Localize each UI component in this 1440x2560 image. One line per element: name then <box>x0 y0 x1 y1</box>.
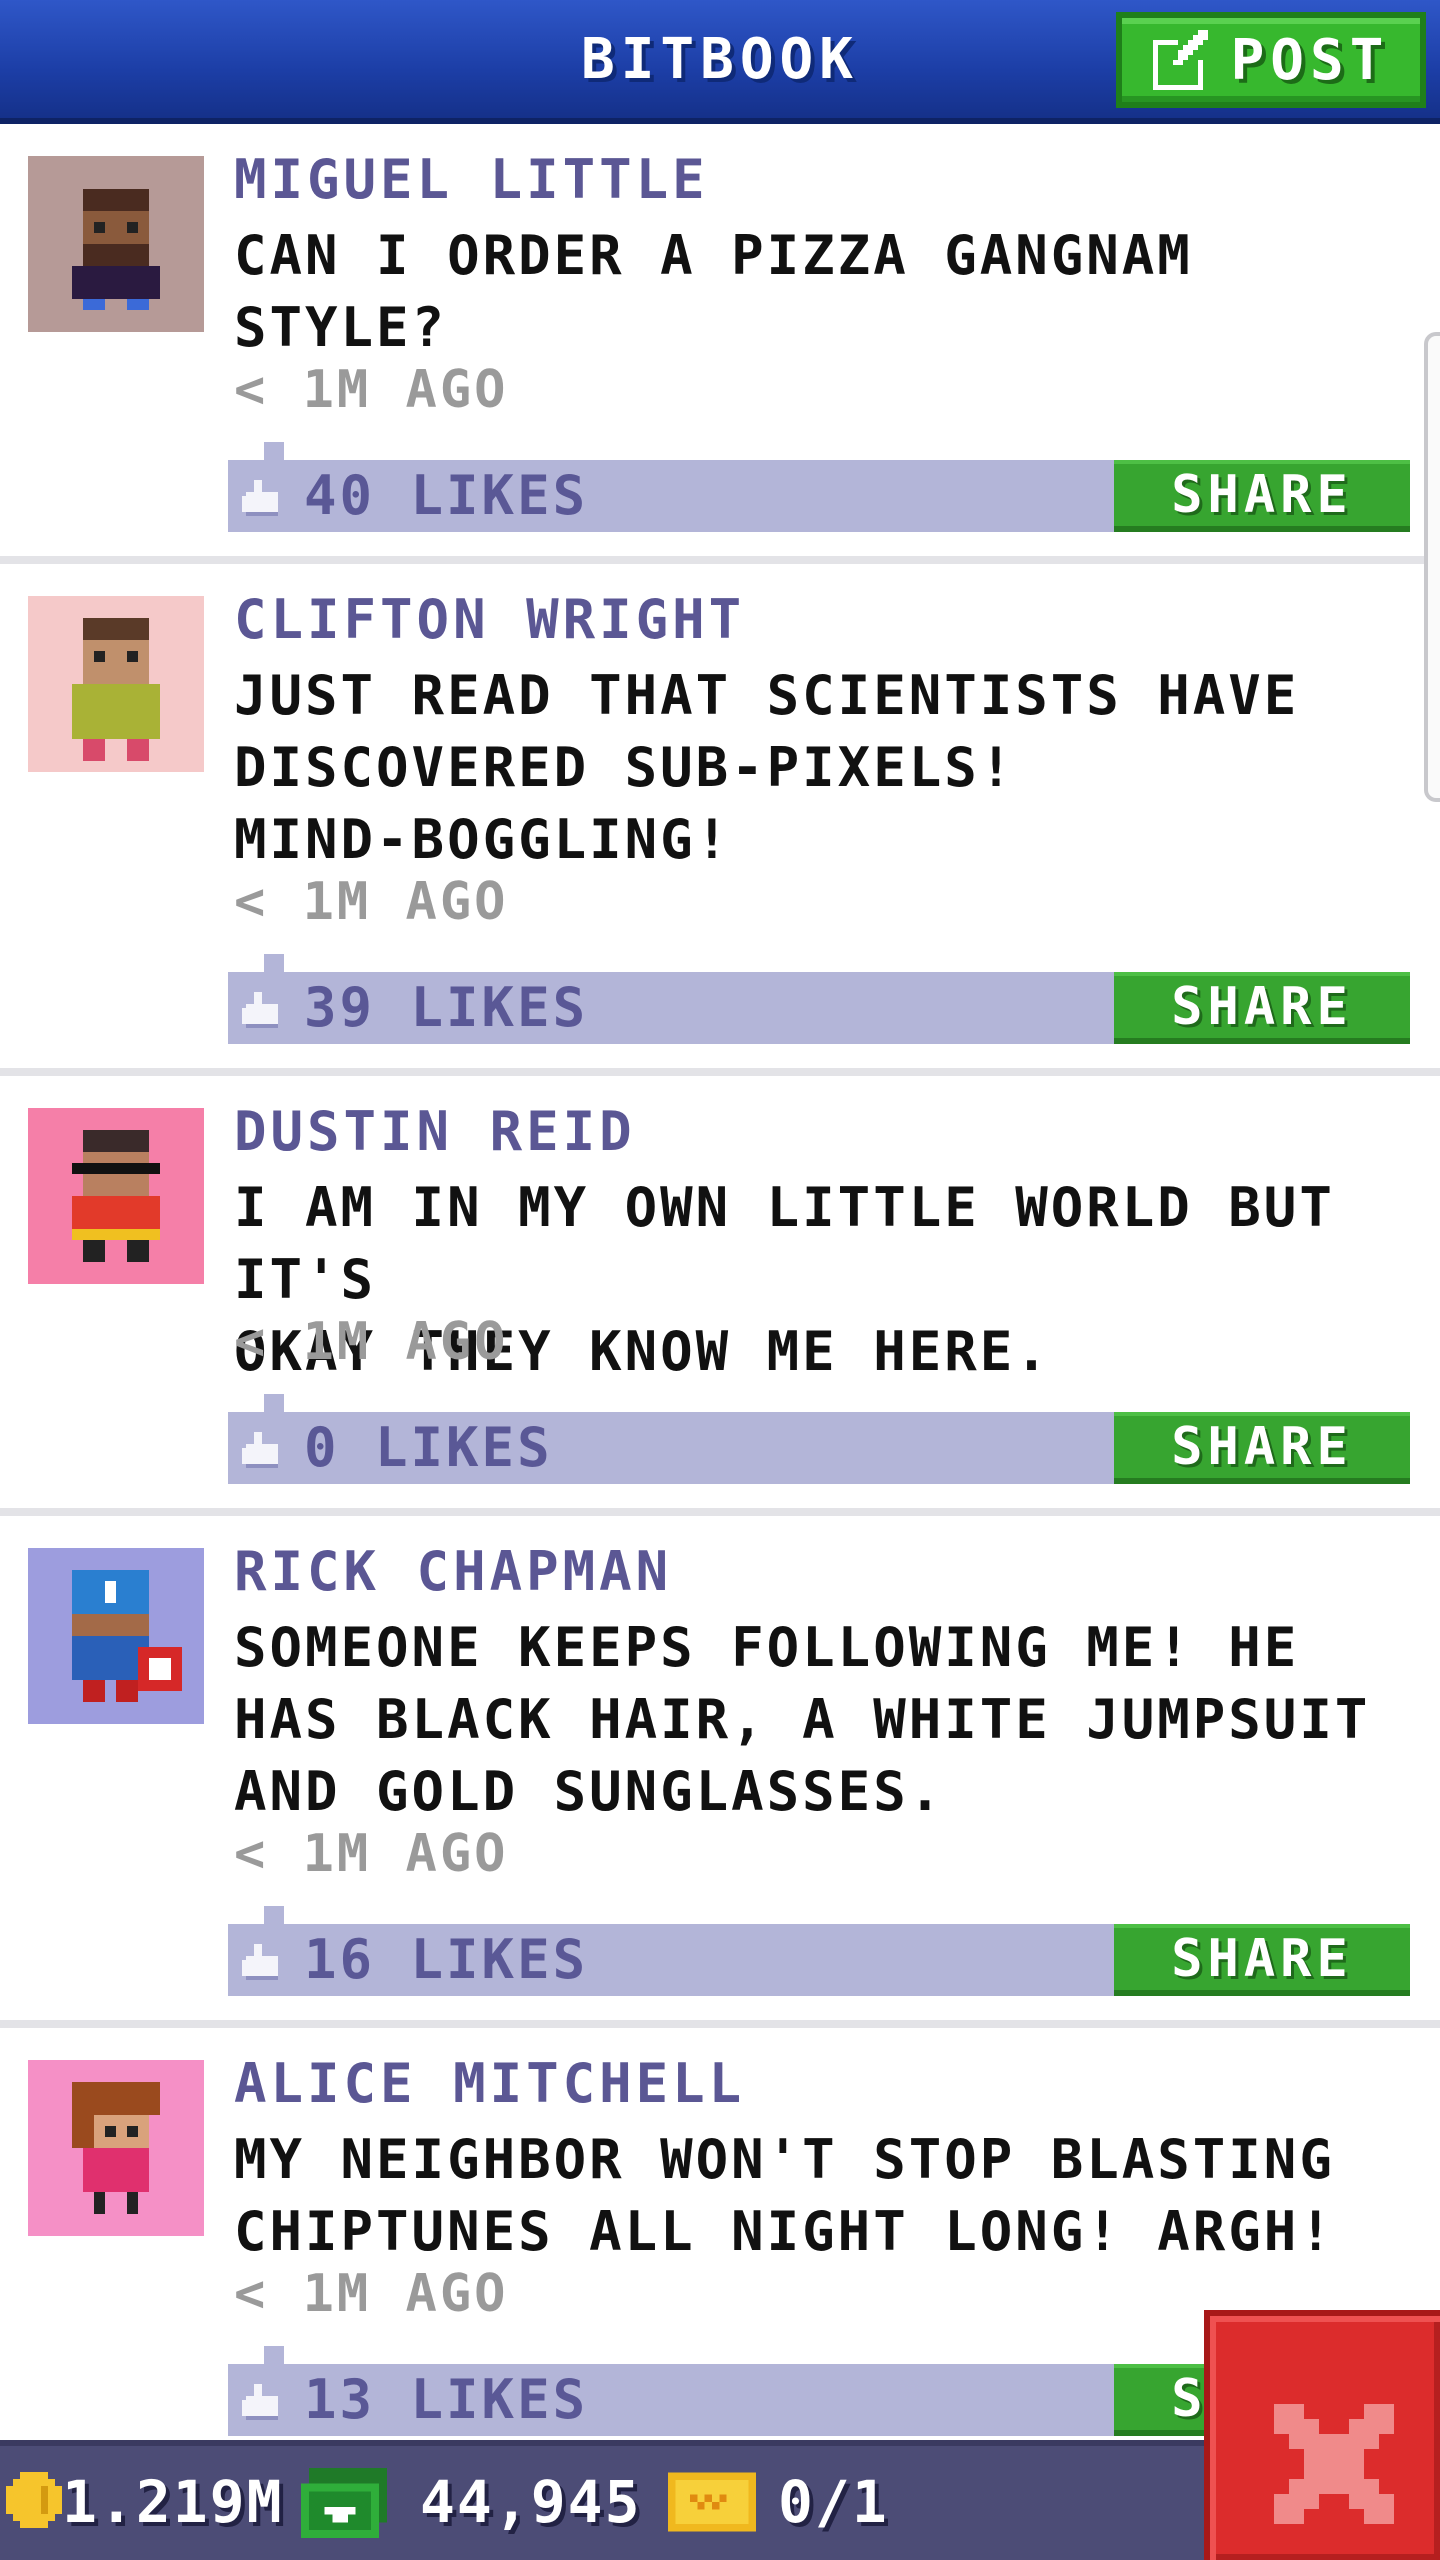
post-line: CHIPTUNES ALL NIGHT LONG! ARGH! <box>234 2200 1335 2263</box>
share-button[interactable]: SHARE <box>1114 972 1410 1044</box>
like-count: 16 LIKES <box>304 1928 589 1991</box>
close-button[interactable] <box>1204 2310 1440 2560</box>
share-button[interactable]: SHARE <box>1114 1924 1410 1996</box>
thumbs-up-icon[interactable] <box>242 480 282 516</box>
bux-count: 44,945 <box>420 2468 642 2536</box>
post-line: AND GOLD SUNGLASSES. <box>234 1760 945 1823</box>
news-feed[interactable]: MIGUEL LITTLE CAN I ORDER A PIZZA GANGNA… <box>0 124 1440 2440</box>
avatar-image <box>28 2060 204 2236</box>
tickets-count: 0/1 <box>778 2468 889 2536</box>
post-line: MIND-BOGGLING! <box>234 808 732 871</box>
post-line: JUST READ THAT SCIENTISTS HAVE <box>234 664 1300 727</box>
post-body: JUST READ THAT SCIENTISTS HAVE DISCOVERE… <box>234 660 1424 876</box>
like-bar-notch <box>264 442 284 460</box>
post-author[interactable]: RICK CHAPMAN <box>234 1540 672 1603</box>
like-bar: 40 LIKES SHARE <box>228 442 1410 532</box>
like-count: 13 LIKES <box>304 2368 589 2431</box>
like-count: 39 LIKES <box>304 976 589 1039</box>
post-timestamp: < 1M AGO <box>234 1824 509 1884</box>
avatar[interactable] <box>28 596 204 772</box>
post-line: SOMEONE KEEPS FOLLOWING ME! HE <box>234 1616 1300 1679</box>
edit-icon <box>1152 30 1208 90</box>
post-line: DISCOVERED SUB-PIXELS! <box>234 736 1016 799</box>
post-timestamp: < 1M AGO <box>234 2264 509 2324</box>
post-button-label: POST <box>1230 27 1390 93</box>
ticket-icon[interactable] <box>668 2472 756 2532</box>
post-line: STYLE? <box>234 296 448 359</box>
like-count: 0 LIKES <box>304 1416 553 1479</box>
like-bar: 0 LIKES SHARE <box>228 1394 1410 1484</box>
like-bar-notch <box>264 1394 284 1412</box>
avatar[interactable] <box>28 1548 204 1724</box>
post-body: MY NEIGHBOR WON'T STOP BLASTING CHIPTUNE… <box>234 2124 1424 2268</box>
share-button[interactable]: SHARE <box>1114 460 1410 532</box>
post-line: CAN I ORDER A PIZZA GANGNAM <box>234 224 1193 287</box>
feed-post: DUSTIN REID I AM IN MY OWN LITTLE WORLD … <box>0 1076 1440 1516</box>
coins-count: 1.219M <box>62 2468 284 2536</box>
post-author[interactable]: ALICE MITCHELL <box>234 2052 745 2115</box>
post-body: CAN I ORDER A PIZZA GANGNAM STYLE? <box>234 220 1424 364</box>
post-author[interactable]: CLIFTON WRIGHT <box>234 588 745 651</box>
avatar[interactable] <box>28 2060 204 2236</box>
feed-post: MIGUEL LITTLE CAN I ORDER A PIZZA GANGNA… <box>0 124 1440 564</box>
share-button[interactable]: SHARE <box>1114 1412 1410 1484</box>
post-body: SOMEONE KEEPS FOLLOWING ME! HE HAS BLACK… <box>234 1612 1424 1828</box>
post-line: MY NEIGHBOR WON'T STOP BLASTING <box>234 2128 1335 2191</box>
post-author[interactable]: DUSTIN REID <box>234 1100 636 1163</box>
post-timestamp: < 1M AGO <box>234 872 509 932</box>
thumbs-up-icon[interactable] <box>242 992 282 1028</box>
post-line: I AM IN MY OWN LITTLE WORLD BUT IT'S <box>234 1176 1335 1311</box>
like-count: 40 LIKES <box>304 464 589 527</box>
app-title: BITBOOK <box>580 27 859 92</box>
feed-post: CLIFTON WRIGHT JUST READ THAT SCIENTISTS… <box>0 564 1440 1076</box>
like-bar: 39 LIKES SHARE <box>228 954 1410 1044</box>
coin-icon <box>6 2472 62 2528</box>
avatar-image <box>28 596 204 772</box>
avatar-image <box>28 156 204 332</box>
avatar[interactable] <box>28 1108 204 1284</box>
avatar-image <box>28 1108 204 1284</box>
close-icon <box>1274 2404 1394 2524</box>
thumbs-up-icon[interactable] <box>242 2384 282 2420</box>
post-button[interactable]: POST <box>1116 12 1426 108</box>
like-bar-notch <box>264 954 284 972</box>
top-bar: BITBOOK POST <box>0 0 1440 124</box>
like-bar: 16 LIKES SHARE <box>228 1906 1410 1996</box>
post-timestamp: < 1M AGO <box>234 360 509 420</box>
feed-post: RICK CHAPMAN SOMEONE KEEPS FOLLOWING ME!… <box>0 1516 1440 2028</box>
like-bar-notch <box>264 1906 284 1924</box>
bux-icon[interactable] <box>300 2468 388 2538</box>
thumbs-up-icon[interactable] <box>242 1944 282 1980</box>
avatar-image <box>28 1548 204 1724</box>
post-author[interactable]: MIGUEL LITTLE <box>234 148 709 211</box>
thumbs-up-icon[interactable] <box>242 1432 282 1468</box>
like-bar-notch <box>264 2346 284 2364</box>
post-line: HAS BLACK HAIR, A WHITE JUMPSUIT <box>234 1688 1371 1751</box>
avatar[interactable] <box>28 156 204 332</box>
scrollbar-handle[interactable] <box>1424 332 1440 802</box>
post-timestamp: < 1M AGO <box>234 1312 509 1372</box>
